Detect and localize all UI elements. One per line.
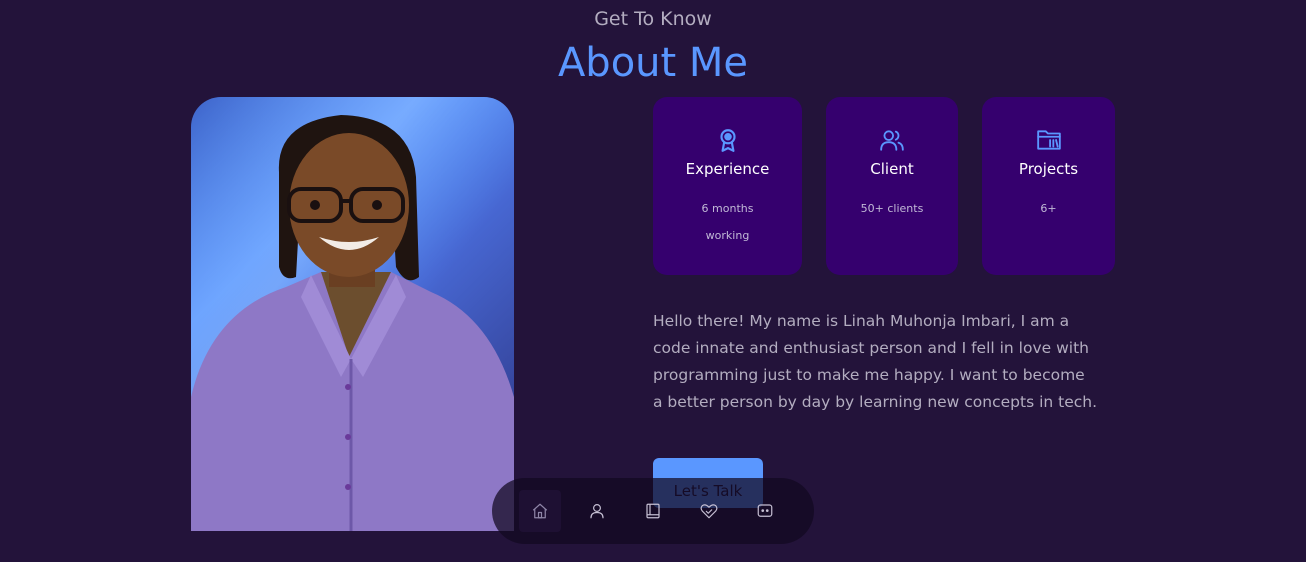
book-icon <box>646 503 660 519</box>
bio-line: programming just to make me happy. I wan… <box>653 366 1085 384</box>
card-title: Client <box>870 160 914 178</box>
nav-home[interactable] <box>519 490 561 532</box>
card-subtitle-line: 6+ <box>1040 202 1057 215</box>
bio-paragraph: Hello there! My name is Linah Muhonja Im… <box>653 308 1123 416</box>
home-icon <box>532 503 548 519</box>
heart-hand-icon <box>700 504 718 519</box>
card-subtitle: 6+ <box>992 195 1105 222</box>
card-subtitle: 50+ clients <box>836 195 948 222</box>
bio-line: a better person by day by learning new c… <box>653 393 1098 411</box>
folder-icon <box>982 127 1115 153</box>
users-icon <box>826 127 958 153</box>
card-title: Experience <box>685 160 770 178</box>
projects-card: Projects 6+ <box>982 97 1115 275</box>
section-title: About Me <box>557 40 749 86</box>
nav-services[interactable] <box>688 490 730 532</box>
card-subtitle-line: 6 months <box>701 202 754 215</box>
profile-image <box>191 97 514 531</box>
chat-icon <box>757 504 773 517</box>
bottom-nav <box>492 478 814 544</box>
section-subtitle: Get To Know <box>594 8 712 30</box>
nav-experience[interactable] <box>632 490 674 532</box>
card-subtitle-line: working <box>705 229 750 242</box>
card-subtitle: 6 months working <box>663 195 792 249</box>
card-title: Projects <box>1018 160 1079 178</box>
nav-contact[interactable] <box>744 490 786 532</box>
experience-card: Experience 6 months working <box>653 97 802 275</box>
about-section: Get To Know About Me Experience 6 months… <box>0 0 1306 562</box>
nav-about[interactable] <box>576 490 618 532</box>
award-icon <box>653 127 802 153</box>
card-subtitle-line: 50+ clients <box>860 202 924 215</box>
client-card: Client 50+ clients <box>826 97 958 275</box>
bio-line: Hello there! My name is Linah Muhonja Im… <box>653 312 1070 330</box>
user-icon <box>590 504 604 519</box>
bio-line: code innate and enthusiast person and I … <box>653 339 1089 357</box>
